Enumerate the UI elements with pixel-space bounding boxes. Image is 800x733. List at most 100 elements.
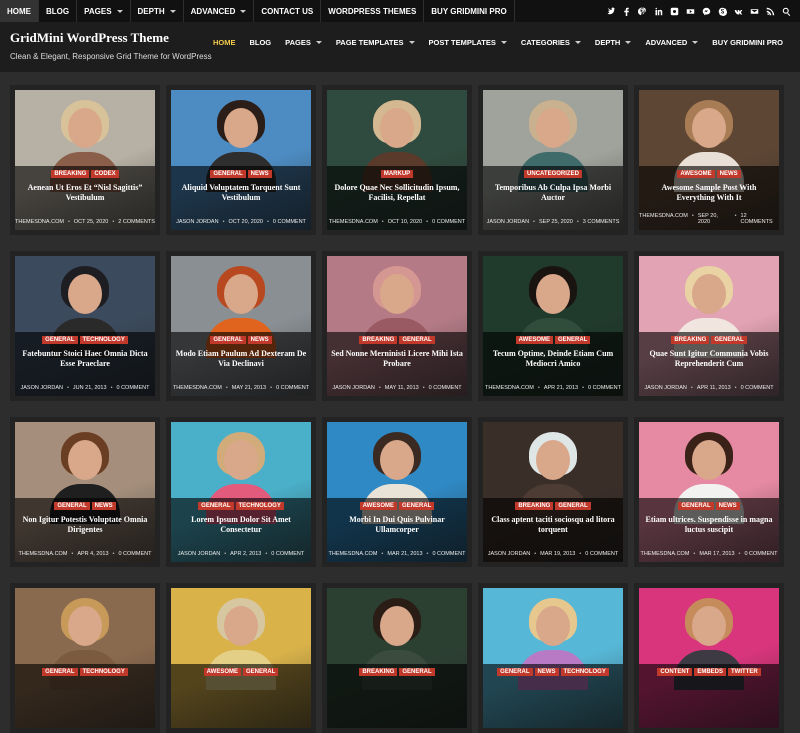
category-badge-general[interactable]: General	[42, 668, 78, 676]
category-badge-embeds[interactable]: Embeds	[694, 668, 726, 676]
post-author[interactable]: Jason Jordan	[332, 385, 374, 391]
post-card[interactable]: General Technology	[10, 583, 160, 733]
topnav-item-contact-us[interactable]: Contact Us	[254, 0, 322, 22]
post-thumbnail[interactable]: Awesome General Tecum Optime, Deinde Etiam…	[483, 256, 623, 396]
post-thumbnail[interactable]: General News Aliquid Voluptatem Torquent S…	[171, 90, 311, 230]
rss-icon[interactable]	[764, 5, 776, 17]
post-author[interactable]: ThemesDNA.com	[19, 551, 68, 557]
category-badge-breaking[interactable]: Breaking	[359, 668, 398, 676]
category-badge-technology[interactable]: Technology	[79, 668, 128, 676]
post-title[interactable]: Etiam ultrices. Suspendisse in magna luc…	[643, 515, 775, 535]
post-thumbnail[interactable]: Uncategorized Temporibus Ab Culpa Ipsa Mo…	[483, 90, 623, 230]
messenger-icon[interactable]	[700, 5, 712, 17]
post-thumbnail[interactable]: Awesome General Morbi In Dui Quis Pulvinar…	[327, 422, 467, 562]
email-icon[interactable]	[748, 5, 760, 17]
post-card[interactable]: General Technology Fatebuntur Stoici Haec …	[10, 251, 160, 401]
post-author[interactable]: Jason Jordan	[644, 385, 686, 391]
post-title[interactable]: Non Igitur Potestis Voluptate Omnia Diri…	[19, 515, 151, 535]
post-author[interactable]: ThemesDNA.com	[641, 551, 690, 557]
post-thumbnail[interactable]: General News Modo Etiam Paulum Ad Dexteram…	[171, 256, 311, 396]
mainnav-item-advanced[interactable]: Advanced	[638, 38, 705, 47]
post-comments[interactable]: 0 Comment	[432, 551, 465, 557]
post-title[interactable]: Quae Sunt Igitur Communia Vobis Reprehen…	[643, 349, 775, 369]
post-comments[interactable]: 0 Comment	[273, 219, 306, 225]
post-card[interactable]: General News Non Igitur Potestis Voluptate…	[10, 417, 160, 567]
post-card[interactable]: Awesome General	[166, 583, 316, 733]
post-card[interactable]: Breaking General Sed Nonne Merninisti Lice…	[322, 251, 472, 401]
category-badge-news[interactable]: News	[715, 502, 740, 510]
post-title[interactable]: Class aptent taciti sociosqu ad litora t…	[487, 515, 619, 535]
vk-icon[interactable]	[732, 5, 744, 17]
post-comments[interactable]: 0 Comment	[271, 551, 304, 557]
category-badge-general[interactable]: General	[555, 502, 591, 510]
mainnav-item-page-templates[interactable]: Page Templates	[329, 38, 422, 47]
post-card[interactable]: Markup Dolore Quae Nec Sollicitudin Ipsum…	[322, 85, 472, 235]
mainnav-item-blog[interactable]: Blog	[242, 38, 278, 47]
post-comments[interactable]: 0 Comment	[585, 551, 618, 557]
post-thumbnail[interactable]: Markup Dolore Quae Nec Sollicitudin Ipsum…	[327, 90, 467, 230]
post-title[interactable]: Modo Etiam Paulum Ad Dexteram De Via Dec…	[175, 349, 307, 369]
category-badge-general[interactable]: General	[399, 668, 435, 676]
post-thumbnail[interactable]: Breaking General Class aptent taciti socio…	[483, 422, 623, 562]
category-badge-news[interactable]: News	[247, 170, 272, 178]
post-comments[interactable]: 0 Comment	[276, 385, 309, 391]
post-card[interactable]: Awesome General Morbi In Dui Quis Pulvinar…	[322, 417, 472, 567]
mainnav-item-categories[interactable]: Categories	[514, 38, 588, 47]
post-card[interactable]: General News Etiam ultrices. Suspendisse i…	[634, 417, 784, 567]
mainnav-item-depth[interactable]: Depth	[588, 38, 638, 47]
post-comments[interactable]: 3 Comments	[583, 219, 620, 225]
category-badge-content[interactable]: Content	[657, 668, 693, 676]
post-title[interactable]: Dolore Quae Nec Sollicitudin Ipsum, Faci…	[331, 183, 463, 203]
category-badge-awesome[interactable]: Awesome	[515, 336, 553, 344]
post-title[interactable]: Tecum Optime, Deinde Etiam Cum Mediocri …	[487, 349, 619, 369]
post-comments[interactable]: 12 Comments	[741, 213, 779, 225]
category-badge-general[interactable]: General	[198, 502, 234, 510]
category-badge-general[interactable]: General	[497, 668, 533, 676]
category-badge-general[interactable]: General	[399, 502, 435, 510]
post-thumbnail[interactable]: General Technology Fatebuntur Stoici Haec …	[15, 256, 155, 396]
post-author[interactable]: Jason Jordan	[488, 551, 530, 557]
post-comments[interactable]: 2 Comments	[118, 219, 155, 225]
post-author[interactable]: ThemesDNA.com	[485, 385, 534, 391]
topnav-item-wordpress-themes[interactable]: WordPress Themes	[321, 0, 425, 22]
post-title[interactable]: Morbi In Dui Quis Pulvinar Ullamcorper	[331, 515, 463, 535]
topnav-item-blog[interactable]: Blog	[39, 0, 78, 22]
category-badge-breaking[interactable]: Breaking	[515, 502, 554, 510]
post-author[interactable]: ThemesDNA.com	[639, 213, 688, 225]
topnav-item-pages[interactable]: Pages	[77, 0, 131, 22]
site-title[interactable]: GridMini WordPress Theme	[10, 30, 169, 46]
category-badge-markup[interactable]: Markup	[380, 170, 414, 178]
post-comments[interactable]: 0 Comment	[117, 385, 150, 391]
category-badge-breaking[interactable]: Breaking	[51, 170, 90, 178]
mainnav-item-post-templates[interactable]: Post Templates	[422, 38, 514, 47]
category-badge-general[interactable]: General	[399, 336, 435, 344]
category-badge-general[interactable]: General	[678, 502, 714, 510]
post-thumbnail[interactable]: Awesome General	[171, 588, 311, 728]
post-card[interactable]: General Technology Lorem Ipsum Dolor Sit A…	[166, 417, 316, 567]
linkedin-icon[interactable]	[652, 5, 664, 17]
mainnav-item-home[interactable]: Home	[206, 38, 243, 47]
category-badge-news[interactable]: News	[534, 668, 559, 676]
post-thumbnail[interactable]: Awesome News Awesome Sample Post With Ever…	[639, 90, 779, 230]
mainnav-item-buy-gridmini-pro[interactable]: Buy GridMini Pro	[705, 38, 790, 47]
post-title[interactable]: Awesome Sample Post With Everything With…	[643, 183, 775, 203]
search-icon[interactable]	[780, 5, 792, 17]
category-badge-uncategorized[interactable]: Uncategorized	[524, 170, 582, 178]
post-title[interactable]: Fatebuntur Stoici Haec Omnia Dicta Esse …	[19, 349, 151, 369]
post-thumbnail[interactable]: Content Embeds Twitter	[639, 588, 779, 728]
facebook-icon[interactable]	[620, 5, 632, 17]
post-author[interactable]: ThemesDNA.com	[329, 551, 378, 557]
post-title[interactable]: Aliquid Voluptatem Torquent Sunt Vestibu…	[175, 183, 307, 203]
post-comments[interactable]: 0 Comment	[118, 551, 151, 557]
post-author[interactable]: ThemesDNA.com	[15, 219, 64, 225]
post-title[interactable]: Temporibus Ab Culpa Ipsa Morbi Auctor	[487, 183, 619, 203]
post-title[interactable]: Aenean Ut Eros Et “Nisl Sagittis” Vestib…	[19, 183, 151, 203]
category-badge-technology[interactable]: Technology	[560, 668, 609, 676]
post-thumbnail[interactable]: General News Non Igitur Potestis Voluptate…	[15, 422, 155, 562]
post-thumbnail[interactable]: General Technology	[15, 588, 155, 728]
category-badge-breaking[interactable]: Breaking	[671, 336, 710, 344]
category-badge-general[interactable]: General	[711, 336, 747, 344]
post-title[interactable]: Lorem Ipsum Dolor Sit Amet Consectetur	[175, 515, 307, 535]
post-thumbnail[interactable]: General News Etiam ultrices. Suspendisse i…	[639, 422, 779, 562]
post-comments[interactable]: 0 Comment	[432, 219, 465, 225]
